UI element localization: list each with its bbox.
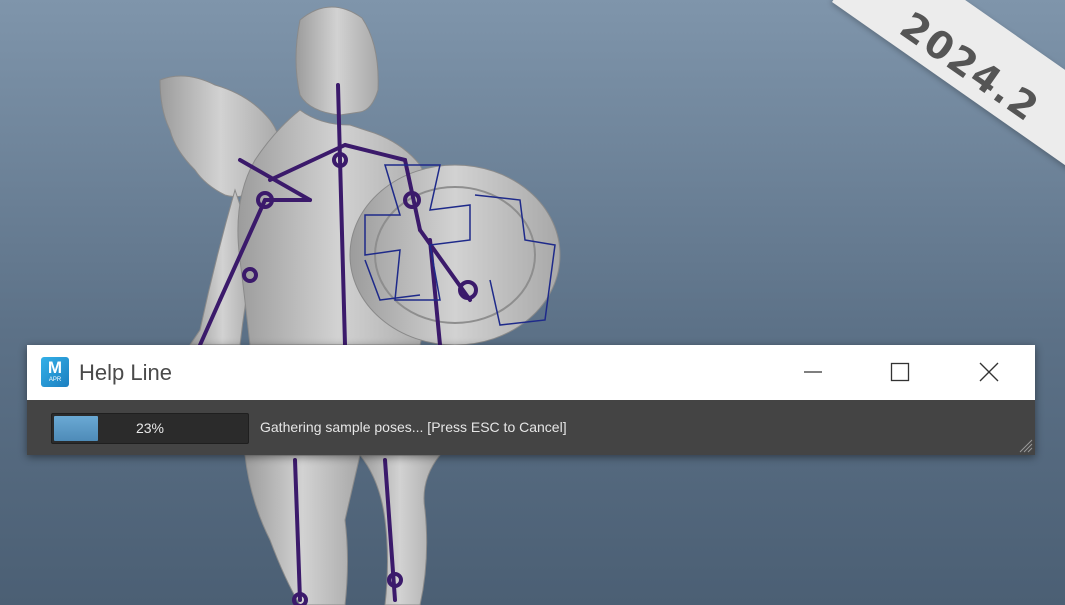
close-button[interactable] [959, 345, 1019, 400]
minimize-icon [804, 371, 822, 373]
progress-percent-label: 23% [135, 420, 165, 436]
minimize-button[interactable] [783, 345, 843, 400]
resize-grip-icon[interactable] [1015, 435, 1033, 453]
maya-viewport[interactable]: 2024.2 [0, 0, 1065, 605]
maximize-button[interactable] [870, 345, 930, 400]
progress-bar: 23% [51, 413, 249, 444]
help-line-statusbar: 23% Gathering sample poses... [Press ESC… [27, 400, 1035, 455]
main-figure-mesh [237, 6, 561, 605]
character-rig-scene[interactable] [0, 0, 1065, 605]
maximize-icon [890, 362, 910, 382]
maya-app-icon: M APR [41, 357, 69, 387]
window-titlebar[interactable]: M APR Help Line [27, 345, 1035, 400]
help-line-window: M APR Help Line 23% Gathering sample pos… [27, 345, 1035, 455]
status-message: Gathering sample poses... [Press ESC to … [260, 419, 567, 435]
app-icon-letter: M [47, 358, 63, 377]
window-title: Help Line [79, 360, 172, 385]
app-icon-sublabel: APR [48, 377, 62, 383]
close-icon [979, 362, 999, 382]
